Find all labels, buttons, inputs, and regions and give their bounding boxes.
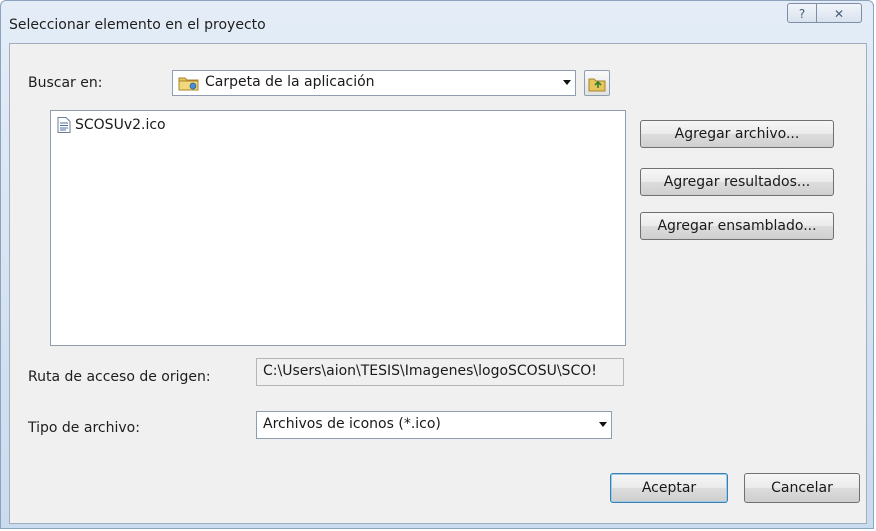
folder-icon [178, 75, 200, 91]
source-path-value: C:\Users\aion\TESIS\Imagenes\logoSCOSU\S… [263, 363, 597, 379]
lookin-dropdown[interactable]: Carpeta de la aplicación [172, 70, 576, 96]
chevron-down-icon[interactable] [563, 80, 571, 85]
close-button[interactable]: ✕ [816, 3, 862, 23]
source-path-field[interactable]: C:\Users\aion\TESIS\Imagenes\logoSCOSU\S… [256, 358, 624, 386]
add-results-button[interactable]: Agregar resultados... [640, 168, 834, 196]
help-button[interactable]: ? [787, 3, 817, 23]
file-list[interactable]: SCOSUv2.ico [50, 110, 626, 346]
file-type-value: Archivos de iconos (*.ico) [263, 416, 441, 432]
close-icon: ✕ [833, 7, 845, 21]
folder-up-icon [588, 74, 606, 92]
lookin-label: Buscar en: [28, 75, 103, 91]
file-type-dropdown[interactable]: Archivos de iconos (*.ico) [256, 411, 612, 439]
file-name: SCOSUv2.ico [75, 117, 166, 133]
lookin-value: Carpeta de la aplicación [205, 74, 375, 90]
add-file-button[interactable]: Agregar archivo... [640, 120, 834, 148]
chevron-down-icon[interactable] [599, 422, 607, 427]
dialog-body: Buscar en: Carpeta de la aplicación SCOS… [9, 43, 867, 524]
add-assembly-button[interactable]: Agregar ensamblado... [640, 212, 834, 240]
accept-button[interactable]: Aceptar [610, 473, 728, 503]
title-bar[interactable]: Seleccionar elemento en el proyecto ? ✕ [1, 1, 873, 41]
dialog-window: Seleccionar elemento en el proyecto ? ✕ … [0, 0, 874, 529]
help-icon: ? [798, 7, 806, 21]
file-icon [57, 117, 71, 133]
file-type-label: Tipo de archivo: [28, 420, 140, 436]
window-title: Seleccionar elemento en el proyecto [9, 17, 266, 33]
cancel-button[interactable]: Cancelar [744, 473, 860, 503]
list-item[interactable]: SCOSUv2.ico [57, 117, 166, 133]
source-path-label: Ruta de acceso de origen: [28, 369, 211, 385]
up-folder-button[interactable] [584, 70, 610, 96]
